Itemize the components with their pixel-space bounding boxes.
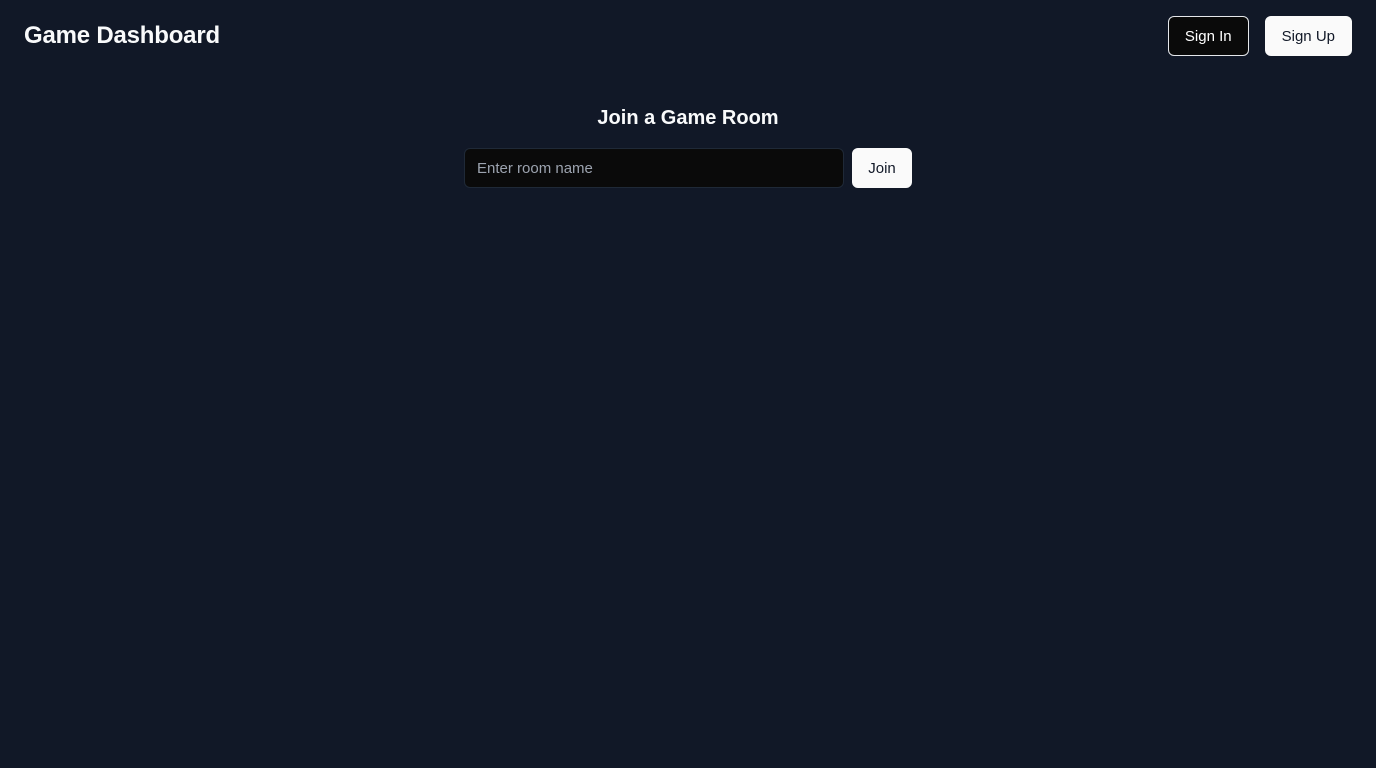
join-button[interactable]: Join — [852, 148, 912, 188]
app-title: Game Dashboard — [24, 22, 220, 49]
sign-up-button[interactable]: Sign Up — [1264, 16, 1352, 56]
join-room-section: Join a Game Room Join — [0, 104, 1376, 188]
room-name-input[interactable] — [464, 148, 844, 188]
auth-buttons: Sign In Sign Up — [1167, 16, 1352, 56]
game-dashboard-page: Game Dashboard Sign In Sign Up Join a Ga… — [0, 0, 1376, 768]
top-header: Game Dashboard Sign In Sign Up — [0, 0, 1376, 72]
join-room-heading: Join a Game Room — [597, 107, 779, 129]
sign-in-button[interactable]: Sign In — [1167, 16, 1249, 56]
join-room-form: Join — [464, 148, 912, 188]
